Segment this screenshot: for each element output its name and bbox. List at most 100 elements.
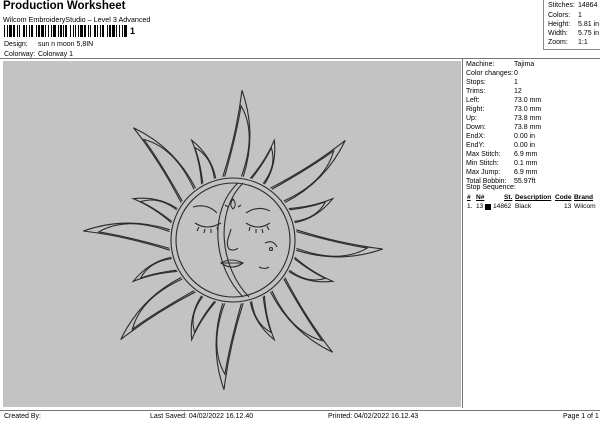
design-preview <box>3 61 461 407</box>
stat-value: 5.75 in <box>578 30 600 37</box>
info-right: Right: 73.0 mm <box>466 105 541 114</box>
info-label: Max Stitch: <box>466 151 501 158</box>
barcode-bar <box>17 25 18 37</box>
row-code: 13 <box>564 203 572 210</box>
sun-ray <box>120 276 196 340</box>
design-label: Design: <box>4 41 28 48</box>
barcode-bar <box>84 25 86 37</box>
row-number: 1. <box>467 203 473 210</box>
stats-box: Stitches: 14864 Colors: 1 Height: 5.81 in W… <box>543 0 600 50</box>
sun-ray <box>97 223 170 249</box>
sun-ray <box>131 278 195 331</box>
barcode-bar <box>31 25 33 37</box>
info-value: 55.97ft <box>514 178 536 185</box>
info-max-stitch: Max Stitch: 6.9 mm <box>466 150 537 159</box>
info-value: Tajima <box>514 61 535 68</box>
info-up: Up: 73.8 mm <box>466 114 541 123</box>
barcode-bar <box>90 25 91 37</box>
sun-ray <box>192 296 215 335</box>
info-label: Machine: <box>466 61 495 68</box>
barcode-bar <box>45 25 46 37</box>
sun-ray <box>289 258 328 281</box>
barcode-bar <box>4 25 5 37</box>
sun-ray <box>271 149 335 202</box>
barcode-bar <box>26 25 27 37</box>
barcode-bar <box>7 25 8 37</box>
barcode-bar <box>73 25 74 37</box>
info-label: Stops: <box>466 79 486 86</box>
info-value: 0.00 in <box>514 142 536 149</box>
info-machine: Machine: Tajima <box>466 60 534 69</box>
col-header-stitches: St. <box>504 194 513 201</box>
barcode-bar <box>60 25 62 37</box>
col-header-brand: Brand <box>574 194 594 201</box>
barcode-bar <box>48 25 49 37</box>
info-label: EndY: <box>466 142 485 149</box>
row-needle: 13 <box>476 203 484 210</box>
barcode-bar <box>63 25 64 37</box>
barcode-bar <box>65 25 67 37</box>
sun-ray <box>216 303 242 376</box>
info-value: 73.8 mm <box>514 115 542 122</box>
info-min-stitch: Min Stitch: 0.1 mm <box>466 159 537 168</box>
info-value: 0 <box>514 70 518 77</box>
software-subtitle: Wilcom EmbroideryStudio – Level 3 Advanc… <box>3 15 151 24</box>
footer-divider <box>0 410 600 411</box>
sun-moon-embroidery-design <box>83 90 383 390</box>
design-value: sun n moon 5,8IN <box>37 41 94 48</box>
info-trims: Trims: 12 <box>466 87 522 96</box>
stat-height: Height: 5.81 in <box>548 20 599 29</box>
stat-value: 5.81 in <box>578 21 600 28</box>
barcode-bar <box>94 25 96 37</box>
stat-label: Colors: <box>548 12 571 19</box>
stat-value: 1:1 <box>578 39 588 46</box>
col-header-needle: N# <box>476 194 485 201</box>
info-endx: EndX: 0.00 in <box>466 132 535 141</box>
header-divider <box>0 58 600 59</box>
info-label: EndX: <box>466 133 486 140</box>
barcode-bar <box>36 25 37 37</box>
info-endy: EndY: 0.00 in <box>466 141 535 150</box>
stop-sequence-label: Stop Sequence: <box>466 184 516 191</box>
sun-ray <box>271 278 324 342</box>
barcode-bar <box>78 25 79 37</box>
info-label: Up: <box>466 115 477 122</box>
info-value: 0.1 mm <box>514 160 538 167</box>
barcode-bar <box>53 25 56 37</box>
sun-ray <box>269 277 333 353</box>
info-label: Min Stitch: <box>466 160 499 167</box>
info-value: 12 <box>514 88 522 95</box>
info-color-changes: Color changes:0 <box>466 69 518 78</box>
barcode-number: 1 <box>130 26 136 36</box>
col-header-description: Description <box>515 194 552 201</box>
panel-divider <box>462 59 463 408</box>
stat-label: Stitches: <box>548 2 575 9</box>
barcode-bar <box>122 25 123 37</box>
sun-ray <box>249 295 276 342</box>
colorway-value: Colorway 1 <box>37 51 73 58</box>
info-label: Color changes: <box>466 70 514 77</box>
barcode-bar <box>58 25 59 37</box>
info-label: Right: <box>466 106 485 113</box>
sun-ray <box>224 104 250 177</box>
barcode-bar <box>80 25 83 37</box>
row-description: Black <box>515 203 532 210</box>
info-value: 1 <box>514 79 518 86</box>
footer-created-by: Created By: <box>4 413 41 420</box>
stat-label: Width: <box>548 30 568 37</box>
info-label: Trims: <box>466 88 486 95</box>
col-header-number: # <box>467 194 471 201</box>
info-value: 6.9 mm <box>514 151 538 158</box>
footer-page: Page 1 of 1 <box>563 413 599 420</box>
info-label: Left: <box>466 97 480 104</box>
stat-width: Width: 5.75 in <box>548 29 599 38</box>
row-brand: Wilcom <box>574 203 596 210</box>
barcode-bar <box>124 25 127 37</box>
stat-stitches: Stitches: 14864 <box>548 1 597 10</box>
stat-colors: Colors: 1 <box>548 11 582 20</box>
info-down: Down: 73.8 mm <box>466 123 541 132</box>
barcode-bar <box>107 25 108 37</box>
sun-ray <box>270 140 346 204</box>
sun-ray <box>131 256 178 283</box>
info-value: 6.9 mm <box>514 169 538 176</box>
